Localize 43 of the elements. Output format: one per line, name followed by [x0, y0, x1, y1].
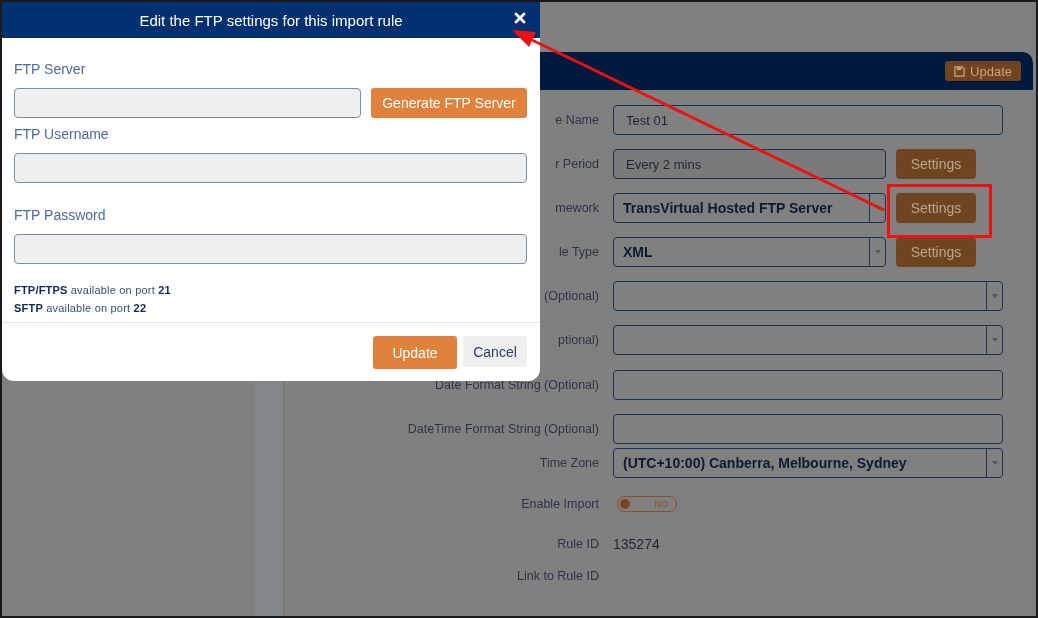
text-field[interactable]: Test 01 [613, 105, 1003, 135]
settings-button[interactable]: Settings [896, 237, 976, 267]
caret-icon [991, 338, 998, 342]
field-label: ptional) [557, 333, 599, 347]
caret-icon [874, 250, 881, 254]
text-field[interactable]: Every 2 mins [613, 149, 886, 179]
field-value: 135274 [613, 536, 660, 552]
settings-button[interactable]: Settings [896, 193, 976, 223]
update-button[interactable]: Update [945, 61, 1021, 81]
field-label: FTP Username [14, 125, 110, 143]
dialog-title: Edit the FTP settings for this import rule [139, 11, 403, 29]
port-note: FTP/FTPS available on port 21 [14, 283, 172, 298]
field-label: mework [554, 201, 599, 215]
field-label: (Optional) [543, 289, 599, 303]
field-label: e Name [554, 113, 599, 127]
field-label: FTP Server [14, 60, 87, 78]
dropdown[interactable] [613, 281, 1003, 311]
field-label: DateTime Format String (Optional) [406, 422, 599, 436]
generate-button[interactable]: Generate FTP Server [371, 88, 527, 118]
close-icon[interactable] [514, 12, 526, 24]
field-label: r Period [554, 157, 599, 171]
caret-icon [991, 294, 998, 298]
input-field[interactable] [14, 153, 527, 183]
cancel-button[interactable]: Cancel [463, 336, 527, 367]
input-field[interactable] [14, 88, 361, 118]
input-field[interactable] [14, 234, 527, 264]
field-label: FTP Password [14, 206, 107, 224]
dropdown[interactable]: (UTC+10:00) Canberra, Melbourne, Sydney [613, 448, 1003, 478]
save-icon [954, 65, 966, 77]
field-label: Link to Rule ID [516, 569, 599, 583]
dropdown[interactable] [613, 325, 1003, 355]
field-label: Time Zone [538, 456, 599, 470]
settings-button[interactable]: Settings [896, 149, 976, 179]
dropdown[interactable]: TransVirtual Hosted FTP Server [613, 193, 886, 223]
field-label: Rule ID [556, 537, 599, 551]
dropdown[interactable]: XML [613, 237, 886, 267]
port-note: SFTP available on port 22 [14, 301, 148, 316]
field-label: Enable Import [520, 497, 599, 511]
field-label: le Type [557, 245, 599, 259]
text-field[interactable] [613, 414, 1003, 444]
update-button[interactable]: Update [373, 336, 457, 369]
caret-icon [991, 461, 998, 465]
text-field[interactable] [613, 370, 1003, 400]
